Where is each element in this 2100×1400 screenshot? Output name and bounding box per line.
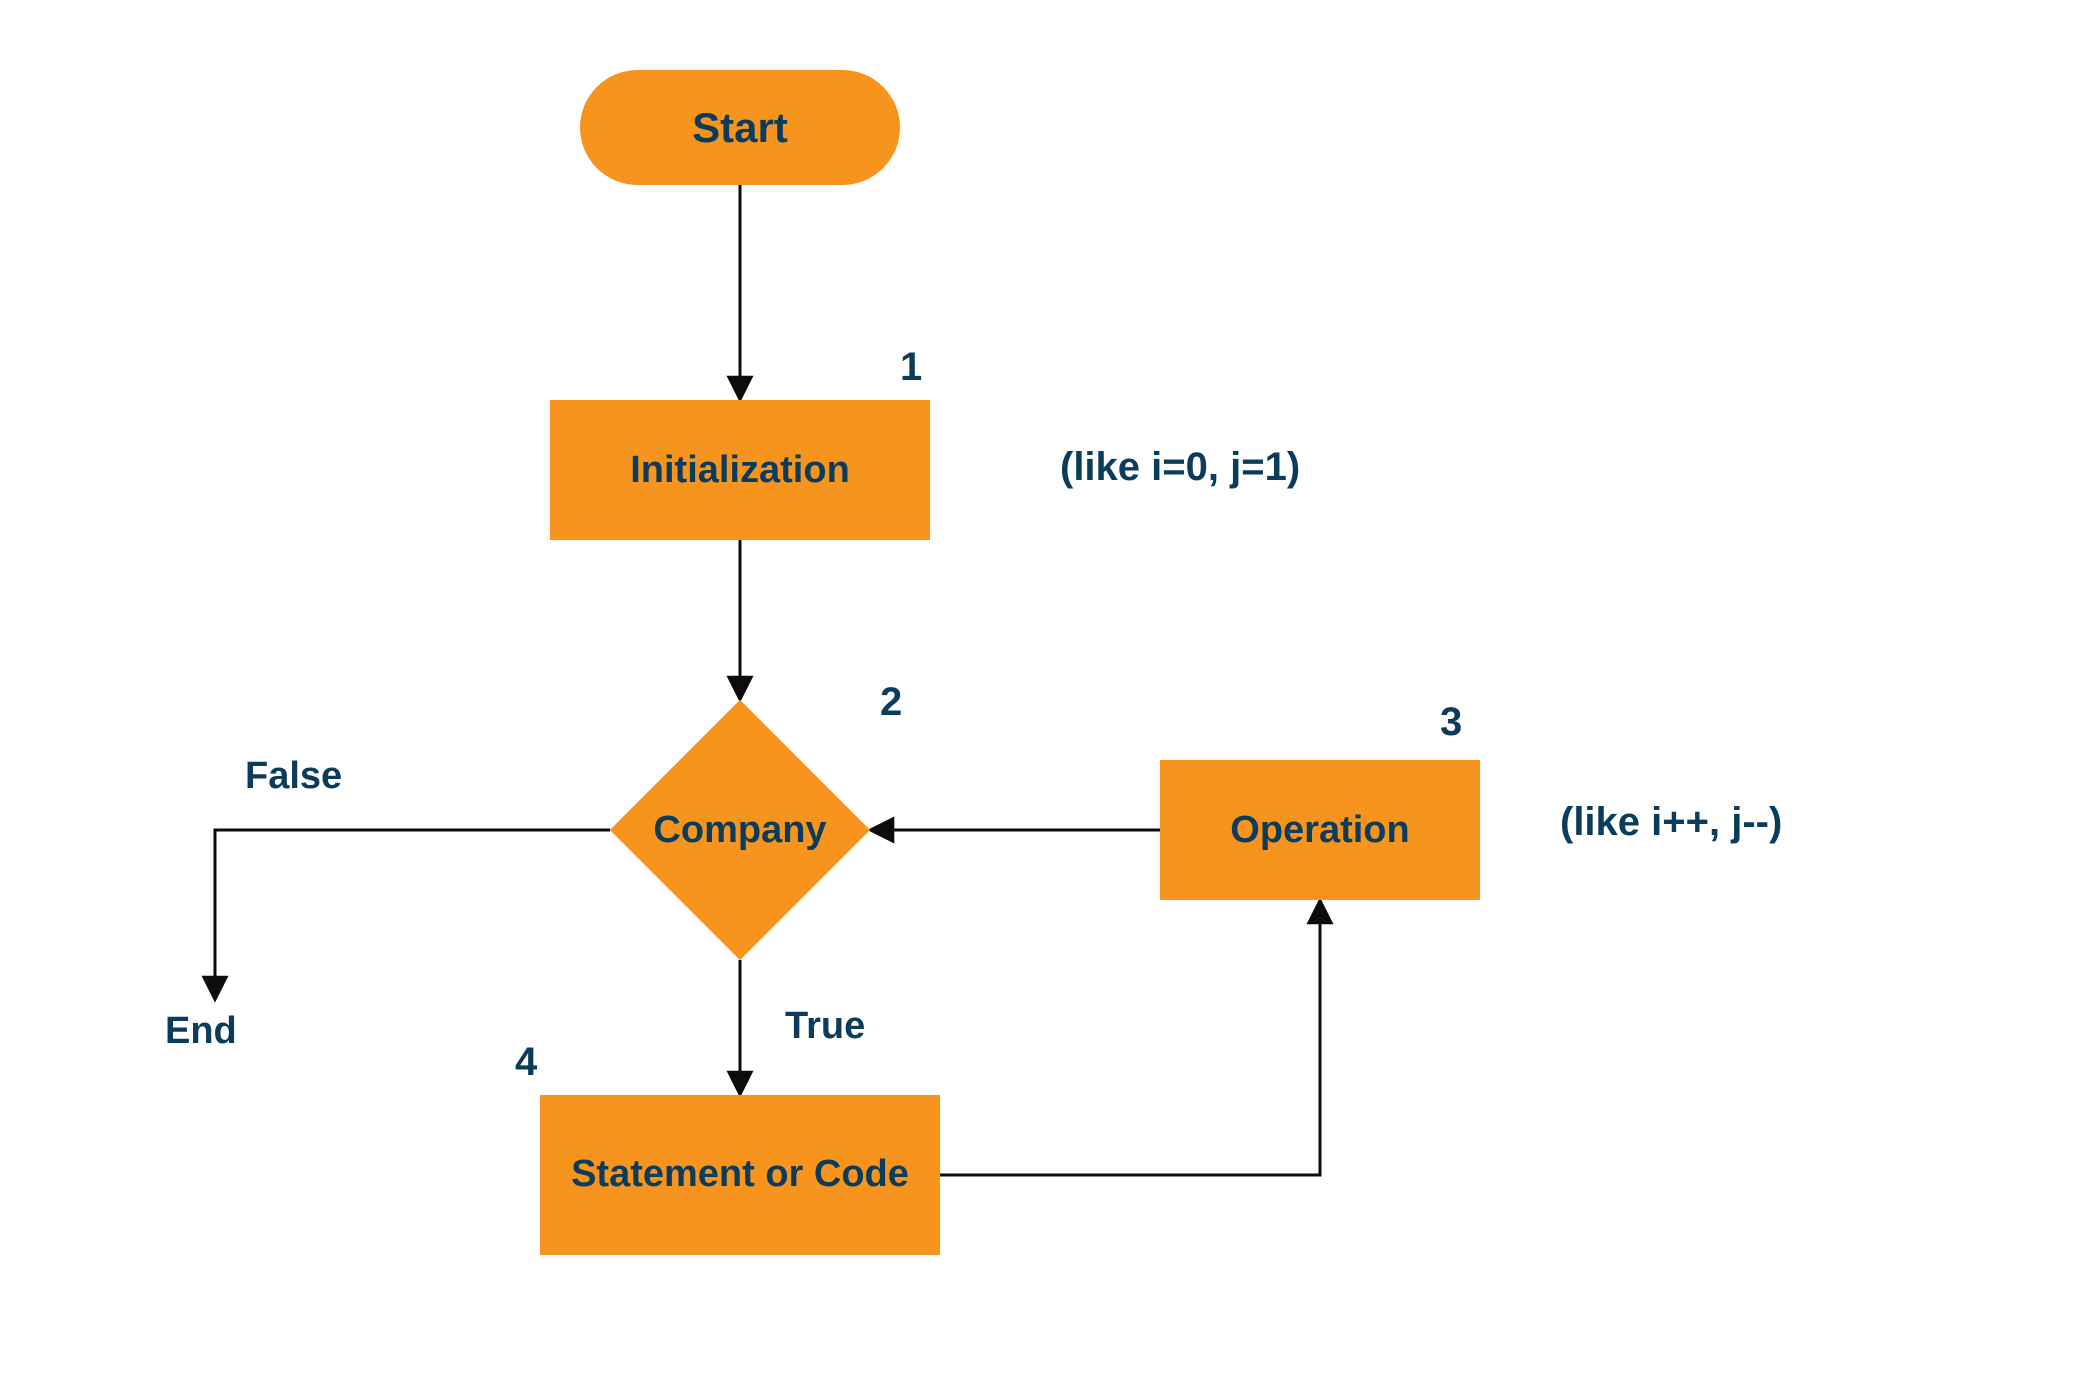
decision-number: 2 [880, 680, 902, 725]
operation-node: Operation [1160, 760, 1480, 900]
initialization-annotation: (like i=0, j=1) [1060, 445, 1300, 490]
initialization-label: Initialization [630, 449, 850, 492]
true-edge-label: True [785, 1005, 865, 1048]
initialization-node: Initialization [550, 400, 930, 540]
start-node: Start [580, 70, 900, 185]
operation-label: Operation [1230, 809, 1409, 852]
flowchart-canvas: Start Initialization 1 (like i=0, j=1) C… [0, 0, 2100, 1400]
edges-layer [0, 0, 2100, 1400]
end-label: End [165, 1010, 237, 1053]
false-edge-label: False [245, 755, 342, 798]
initialization-number: 1 [900, 345, 922, 390]
statement-node: Statement or Code [540, 1095, 940, 1255]
statement-number: 4 [515, 1040, 537, 1085]
decision-label-wrap: Company [610, 700, 870, 960]
statement-label: Statement or Code [571, 1153, 909, 1197]
operation-number: 3 [1440, 700, 1462, 745]
decision-label: Company [653, 809, 826, 852]
start-label: Start [692, 104, 788, 152]
operation-annotation: (like i++, j--) [1560, 800, 1782, 845]
